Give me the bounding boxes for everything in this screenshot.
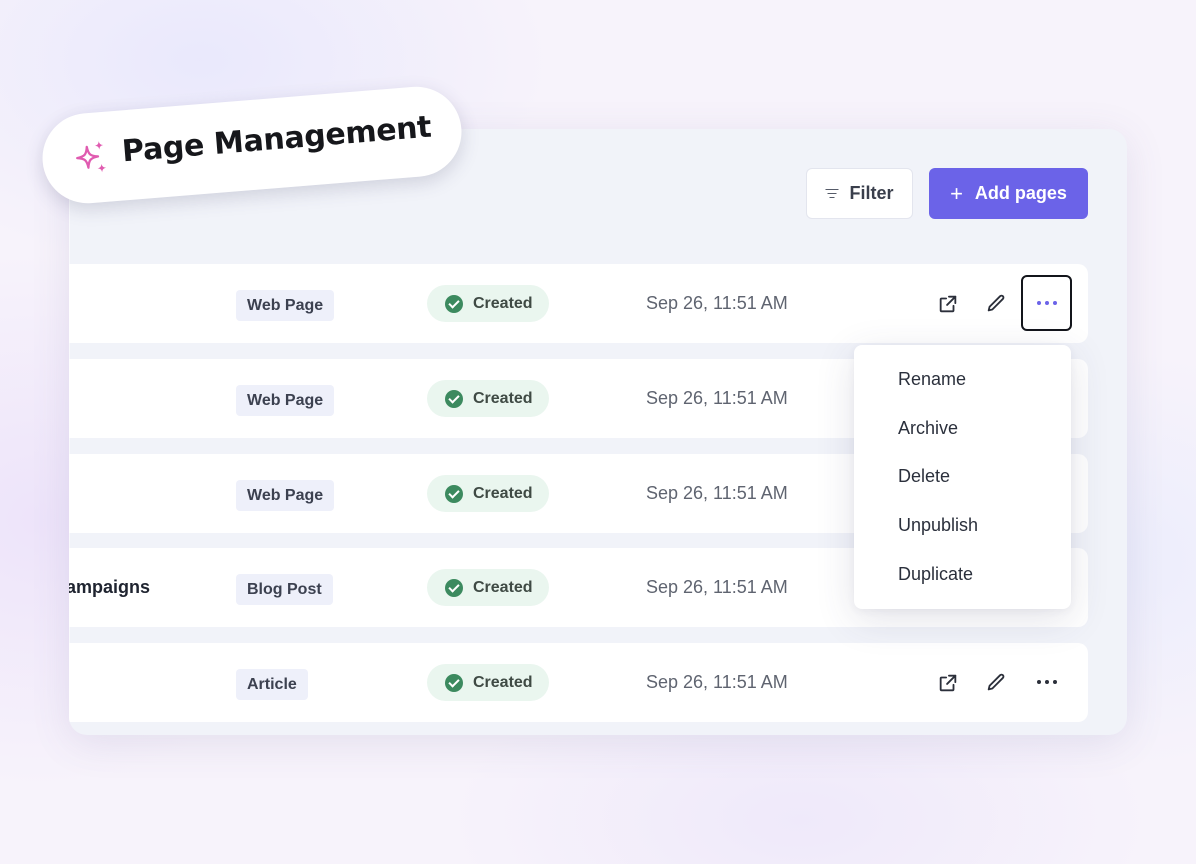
open-external-icon[interactable] (928, 663, 968, 703)
badge-title: Page Management (120, 109, 433, 170)
menu-item-rename[interactable]: Rename (854, 355, 1071, 404)
plus-icon: + (950, 180, 963, 206)
more-options-button[interactable] (1021, 654, 1072, 710)
check-circle-icon (445, 578, 463, 597)
more-options-button[interactable] (1021, 275, 1072, 331)
row-actions-menu: Rename Archive Delete Unpublish Duplicat… (854, 345, 1071, 609)
add-pages-button[interactable]: + Add pages (929, 168, 1088, 219)
check-circle-icon (445, 673, 463, 692)
status-badge: Created (427, 569, 549, 606)
page-title[interactable]: ampaigns (69, 548, 150, 627)
filter-label: Filter (849, 183, 894, 203)
menu-item-archive[interactable]: Archive (854, 404, 1071, 453)
status-label: Created (473, 294, 533, 312)
pencil-icon[interactable] (976, 284, 1016, 324)
status-badge: Created (427, 664, 549, 701)
page-type-tag: Web Page (236, 385, 335, 416)
filter-button[interactable]: Filter (806, 168, 913, 219)
check-circle-icon (445, 484, 463, 503)
status-label: Created (473, 578, 533, 596)
row-actions (925, 264, 1075, 343)
add-pages-label: Add pages (974, 183, 1067, 203)
check-circle-icon (445, 389, 463, 408)
sparkles-icon (76, 141, 107, 173)
status-label: Created (473, 673, 533, 691)
status-label: Created (473, 484, 533, 502)
updated-date: Sep 26, 11:51 AM (646, 483, 788, 503)
status-badge: Created (427, 285, 549, 322)
page-type-tag: Web Page (236, 480, 335, 511)
status-badge: Created (427, 475, 549, 512)
open-external-icon[interactable] (928, 284, 968, 324)
menu-item-duplicate[interactable]: Duplicate (854, 550, 1071, 599)
table-row[interactable]: Article Created Sep 26, 11:51 AM (69, 643, 1088, 722)
more-dots-icon (1036, 680, 1057, 684)
row-actions (925, 643, 1075, 722)
status-badge: Created (427, 380, 549, 417)
pencil-icon[interactable] (976, 663, 1016, 703)
updated-date: Sep 26, 11:51 AM (646, 293, 788, 313)
page-type-tag: Blog Post (236, 574, 333, 605)
page-type-tag: Web Page (236, 290, 335, 321)
updated-date: Sep 26, 11:51 AM (646, 577, 788, 597)
updated-date: Sep 26, 11:51 AM (646, 388, 788, 408)
status-label: Created (473, 389, 533, 407)
updated-date: Sep 26, 11:51 AM (646, 672, 788, 692)
page-type-tag: Article (236, 669, 308, 700)
menu-item-unpublish[interactable]: Unpublish (854, 501, 1071, 550)
table-row[interactable]: Web Page Created Sep 26, 11:51 AM (69, 264, 1088, 343)
more-dots-icon (1036, 301, 1057, 305)
filter-icon (825, 188, 839, 199)
check-circle-icon (445, 294, 463, 313)
menu-item-delete[interactable]: Delete (854, 453, 1071, 502)
